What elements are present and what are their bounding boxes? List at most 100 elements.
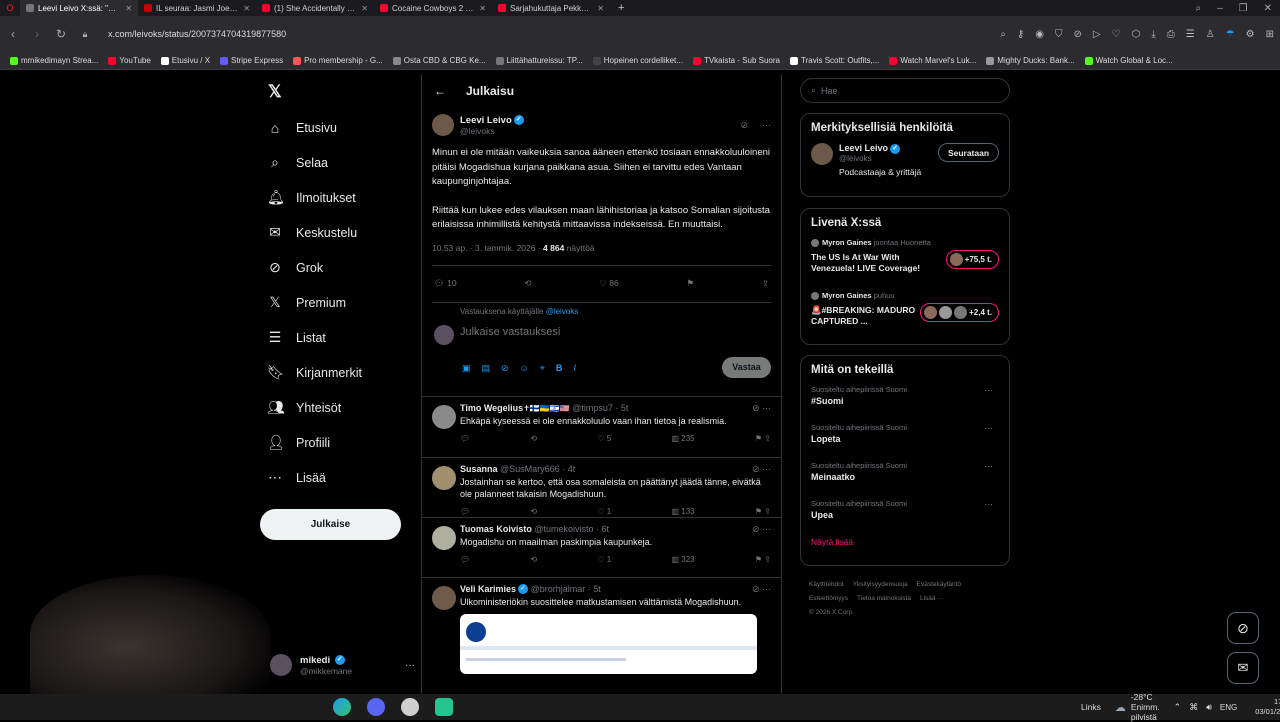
grok-float-button[interactable]: ⊘ (1227, 612, 1259, 644)
trend-more-icon[interactable]: ··· (984, 385, 993, 395)
url-field[interactable]: x.com/leivoks/status/2007374704319877580 (108, 29, 286, 39)
reply-views-action[interactable]: ▥ 235 (671, 434, 694, 448)
reply-avatar[interactable] (432, 404, 456, 429)
close-window-icon[interactable]: ✕ (1264, 3, 1272, 14)
share-icon[interactable]: ⇪ (762, 278, 769, 289)
reply-like-action[interactable]: ♡ 1 (597, 555, 611, 569)
emoji-icon[interactable]: ☺ (520, 363, 529, 373)
location-icon[interactable]: ⌖ (540, 363, 545, 374)
network-icon[interactable]: ⌘ (1189, 702, 1198, 713)
obs-icon[interactable] (435, 698, 453, 716)
bookmark-item[interactable]: Travis Scott: Outfits,... (789, 56, 879, 65)
clock[interactable]: 17.46 03/01/2026 (1255, 697, 1280, 717)
volume-icon[interactable]: 🔊︎ (1206, 702, 1212, 713)
browser-tab[interactable]: Leevi Leivo X:ssä: "Minun ✕ (20, 0, 138, 16)
reply-avatar[interactable] (432, 465, 456, 490)
tab-close-icon[interactable]: ✕ (597, 4, 604, 13)
reply-retweet-icon[interactable]: ⟲ (530, 434, 537, 448)
adblock-icon[interactable]: ⊘ (1074, 29, 1082, 40)
reply-input[interactable] (460, 325, 660, 338)
reply-author-name[interactable]: Susanna (460, 464, 498, 474)
replying-to-handle[interactable]: @leivoks (546, 307, 579, 316)
bookmark-item[interactable]: Pro membership - G... (293, 56, 383, 65)
bookmark-icon[interactable]: ⚑ (686, 278, 694, 289)
trend-item[interactable]: Suositeltu aihepiirissä Suomi Upea ··· (811, 499, 999, 524)
forward-icon[interactable]: › (30, 27, 44, 41)
camera-snap-icon[interactable]: ⎙ (1167, 29, 1175, 40)
nav-item-keskustelu[interactable]: ✉ Keskustelu (255, 215, 415, 250)
play-icon[interactable]: ▷ (1093, 29, 1101, 40)
footer-link[interactable]: © 2026 X Corp. (809, 609, 854, 616)
post-button[interactable]: Julkaise (260, 509, 401, 540)
reply-more-icon[interactable]: ⊘ ··· (752, 524, 771, 535)
reply-more-icon[interactable]: ⊘ ··· (752, 464, 771, 475)
x-logo-icon[interactable]: 𝕏 (268, 82, 282, 102)
tab-close-icon[interactable]: ✕ (243, 4, 250, 13)
nav-item-selaa[interactable]: ⌕ Selaa (255, 145, 415, 180)
tab-close-icon[interactable]: ✕ (125, 4, 132, 13)
following-button[interactable]: Seurataan (938, 143, 999, 162)
settings-icon[interactable]: ⚙ (1246, 29, 1255, 40)
browser-tab[interactable]: IL seuraa: Jasmi Joensuu jo ✕ (138, 0, 256, 16)
search-page-icon[interactable]: ⌕ (1000, 29, 1006, 40)
grok-icon[interactable]: ⊘ (740, 120, 748, 131)
nav-item-listat[interactable]: ☰ Listat (255, 320, 415, 355)
relevant-name[interactable]: Leevi Leivo (839, 143, 888, 153)
reply-handle[interactable]: @timpsu7 · 5t (572, 403, 628, 413)
reply-item[interactable]: Susanna @SusMary666 · 4t ⊘ ··· Jostainhan … (422, 456, 781, 517)
cube-icon[interactable]: ⬡ (1132, 29, 1141, 40)
reply-more-icon[interactable]: ⊘ ··· (752, 584, 771, 595)
post-more-icon[interactable]: ··· (762, 120, 771, 130)
author-avatar[interactable] (432, 114, 454, 136)
opera-logo-icon[interactable]: O (0, 0, 20, 16)
trend-more-icon[interactable]: ··· (984, 423, 993, 433)
reply-actions-right[interactable]: ⚑ ⇪ (755, 434, 771, 448)
reply-author-name[interactable]: Tuomas Koivisto (460, 524, 532, 534)
bookmark-item[interactable]: Watch Marvel's Luk... (889, 56, 976, 65)
bookmark-item[interactable]: Etusivu / X (160, 56, 210, 65)
reply-avatar[interactable] (432, 525, 456, 550)
browser-tab[interactable]: Cocaine Cowboys 2 Hustl ✕ (374, 0, 492, 16)
reply-retweet-icon[interactable]: ⟲ (530, 555, 537, 569)
bookmark-item[interactable]: Stripe Express (220, 56, 283, 65)
nav-item-profiili[interactable]: 👤︎ Profiili (255, 425, 415, 460)
trend-item[interactable]: Suositeltu aihepiirissä Suomi #Suomi ··· (811, 385, 999, 410)
footer-link[interactable]: Lisää ··· (920, 595, 944, 602)
bookmark-item[interactable]: Mighty Ducks: Bank... (986, 56, 1075, 65)
grok-compose-icon[interactable]: ⊘ (501, 363, 509, 374)
bookmark-item[interactable]: mmikedimayn Strea... (10, 56, 98, 65)
footer-link[interactable]: Tietoa mainoksista (857, 595, 911, 602)
shield-icon[interactable]: ⛉ (1055, 29, 1063, 40)
profile-icon[interactable]: ♙ (1206, 29, 1215, 40)
minimize-icon[interactable]: – (1217, 3, 1223, 14)
nav-item-kirjanmerkit[interactable]: 🔖︎ Kirjanmerkit (255, 355, 415, 390)
nav-item-lisää[interactable]: ⋯ Lisää (255, 460, 415, 495)
taskbar-links[interactable]: Links (1081, 702, 1101, 712)
bookmark-item[interactable]: Liittähattureissu: TP... (495, 56, 583, 65)
messages-float-button[interactable]: ✉ (1227, 652, 1259, 684)
embedded-screenshot-image[interactable] (460, 614, 757, 675)
reply-more-icon[interactable]: ⊘ ··· (752, 403, 771, 414)
download-icon[interactable]: ⤓ (1151, 29, 1155, 40)
nav-item-premium[interactable]: 𝕏 Premium (255, 285, 415, 320)
extension-icon[interactable]: ☂ (1226, 29, 1235, 40)
trend-item[interactable]: Suositeltu aihepiirissä Suomi Meinaatko ··… (811, 461, 999, 486)
reply-author-name[interactable]: Timo Wegelius (460, 403, 523, 413)
tab-close-icon[interactable]: ✕ (479, 4, 486, 13)
bookmark-item[interactable]: Hopeinen cordelliket... (592, 56, 683, 65)
reply-item[interactable]: Tuomas Koivisto @tumekoivisto · 6t ⊘ ··· M… (422, 516, 781, 577)
tray-chevron-icon[interactable]: ⌃ (1174, 702, 1182, 713)
browser-tab[interactable]: Sarjahukuttaja Pekka Sepp✕ (492, 0, 610, 16)
maximize-icon[interactable]: ❐ (1239, 3, 1248, 14)
gif-icon[interactable]: ▤ (482, 363, 491, 374)
reply-item[interactable]: Timo Wegelius✝🇫🇮🇺🇦🇮🇱🇺🇸 @timpsu7 · 5t ⊘ ··… (422, 395, 781, 457)
reply-handle[interactable]: @brorhjalmar · 5t (531, 584, 601, 594)
trend-more-icon[interactable]: ··· (984, 461, 993, 471)
menu-icon[interactable]: ☰ (1186, 29, 1195, 40)
bookmark-item[interactable]: Watch Global & Loc... (1084, 56, 1173, 65)
footer-link[interactable]: Yksityisyydensuoja (853, 581, 908, 588)
author-handle[interactable]: @leivoks (460, 126, 524, 136)
trend-more-icon[interactable]: ··· (984, 499, 993, 509)
nav-item-yhteisöt[interactable]: 👥︎ Yhteisöt (255, 390, 415, 425)
app-icon[interactable] (401, 698, 419, 716)
